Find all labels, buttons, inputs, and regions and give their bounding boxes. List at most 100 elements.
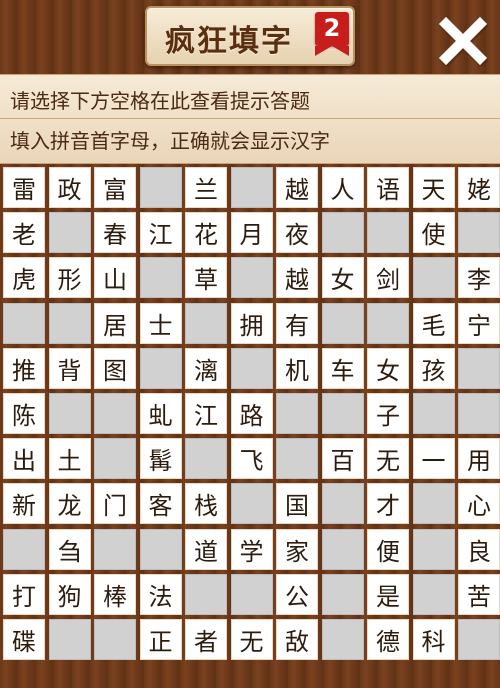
- letter-cell[interactable]: 士: [139, 302, 182, 344]
- letter-cell[interactable]: 语: [367, 167, 409, 208]
- letter-cell[interactable]: 狗: [48, 573, 91, 615]
- letter-cell[interactable]: 科: [412, 618, 455, 660]
- blank-cell: [412, 573, 455, 615]
- letter-cell[interactable]: 出: [3, 438, 45, 480]
- letter-cell[interactable]: 敌: [276, 618, 318, 660]
- letter-cell[interactable]: 政: [48, 167, 91, 208]
- blank-cell: [367, 302, 409, 344]
- crossword-grid: 雷政富兰越人语天姥老春江花月夜使虎形山草越女剑李居士拥有毛宁推背图漓机车女孩陈虬…: [3, 167, 500, 660]
- hint-line-pinyin: 填入拼音首字母，正确就会显示汉字: [10, 129, 330, 153]
- letter-cell[interactable]: 心: [458, 483, 500, 525]
- letter-cell[interactable]: 形: [48, 257, 91, 299]
- letter-cell[interactable]: 越: [276, 257, 318, 299]
- blank-cell: [94, 528, 136, 570]
- blank-cell: [48, 618, 91, 660]
- letter-cell[interactable]: 姥: [458, 167, 500, 208]
- letter-cell[interactable]: 宁: [458, 302, 500, 344]
- letter-cell[interactable]: 天: [412, 167, 455, 208]
- letter-cell[interactable]: 正: [139, 618, 182, 660]
- letter-cell[interactable]: 夜: [276, 212, 318, 254]
- letter-cell[interactable]: 毛: [412, 302, 455, 344]
- letter-cell[interactable]: 雷: [3, 167, 45, 208]
- letter-cell[interactable]: 春: [94, 212, 136, 254]
- letter-cell[interactable]: 女: [321, 257, 364, 299]
- letter-cell[interactable]: 法: [139, 573, 182, 615]
- letter-cell[interactable]: 富: [94, 167, 136, 208]
- letter-cell[interactable]: 用: [458, 438, 500, 480]
- letter-cell[interactable]: 门: [94, 483, 136, 525]
- letter-cell[interactable]: 草: [185, 257, 227, 299]
- letter-cell[interactable]: 才: [367, 483, 409, 525]
- letter-cell[interactable]: 月: [230, 212, 273, 254]
- letter-cell[interactable]: 背: [48, 347, 91, 389]
- letter-cell[interactable]: 使: [412, 212, 455, 254]
- letter-cell[interactable]: 漓: [185, 347, 227, 389]
- letter-cell[interactable]: 公: [276, 573, 318, 615]
- letter-cell[interactable]: 图: [94, 347, 136, 389]
- blank-cell: [94, 618, 136, 660]
- letter-cell[interactable]: 无: [230, 618, 273, 660]
- blank-cell: [458, 392, 500, 434]
- letter-cell[interactable]: 百: [321, 438, 364, 480]
- letter-cell[interactable]: 客: [139, 483, 182, 525]
- letter-cell[interactable]: 学: [230, 528, 273, 570]
- letter-cell[interactable]: 打: [3, 573, 45, 615]
- letter-cell[interactable]: 虎: [3, 257, 45, 299]
- blank-cell: [321, 528, 364, 570]
- letter-cell[interactable]: 家: [276, 528, 318, 570]
- letter-cell[interactable]: 土: [48, 438, 91, 480]
- letter-cell[interactable]: 碟: [3, 618, 45, 660]
- letter-cell[interactable]: 虬: [139, 392, 182, 434]
- letter-cell[interactable]: 陈: [3, 392, 45, 434]
- letter-cell[interactable]: 便: [367, 528, 409, 570]
- letter-cell[interactable]: 良: [458, 528, 500, 570]
- letter-cell[interactable]: 拥: [230, 302, 273, 344]
- letter-cell[interactable]: 德: [367, 618, 409, 660]
- letter-cell[interactable]: 路: [230, 392, 273, 434]
- letter-cell[interactable]: 国: [276, 483, 318, 525]
- letter-cell[interactable]: 者: [185, 618, 227, 660]
- letter-cell[interactable]: 机: [276, 347, 318, 389]
- letter-cell[interactable]: 江: [139, 212, 182, 254]
- letter-cell[interactable]: 有: [276, 302, 318, 344]
- letter-cell[interactable]: 女: [367, 347, 409, 389]
- blank-cell: [139, 167, 182, 208]
- letter-cell[interactable]: 一: [412, 438, 455, 480]
- letter-cell[interactable]: 老: [3, 212, 45, 254]
- letter-cell[interactable]: 越: [276, 167, 318, 208]
- letter-cell[interactable]: 栈: [185, 483, 227, 525]
- letter-cell[interactable]: 新: [3, 483, 45, 525]
- letter-cell[interactable]: 花: [185, 212, 227, 254]
- letter-cell[interactable]: 子: [367, 392, 409, 434]
- blank-cell: [458, 347, 500, 389]
- close-button[interactable]: [438, 16, 488, 66]
- letter-cell[interactable]: 李: [458, 257, 500, 299]
- letter-cell[interactable]: 无: [367, 438, 409, 480]
- letter-cell[interactable]: 山: [94, 257, 136, 299]
- letter-cell[interactable]: 剑: [367, 257, 409, 299]
- letter-cell[interactable]: 刍: [48, 528, 91, 570]
- close-x-icon: [438, 16, 488, 66]
- letter-cell[interactable]: 居: [94, 302, 136, 344]
- letter-cell[interactable]: 兰: [185, 167, 227, 208]
- letter-cell[interactable]: 道: [185, 528, 227, 570]
- blank-cell: [48, 392, 91, 434]
- blank-cell: [3, 302, 45, 344]
- letter-cell[interactable]: 龙: [48, 483, 91, 525]
- letter-cell[interactable]: 苦: [458, 573, 500, 615]
- letter-cell[interactable]: 推: [3, 347, 45, 389]
- letter-cell[interactable]: 孩: [412, 347, 455, 389]
- letter-cell[interactable]: 髯: [139, 438, 182, 480]
- letter-cell[interactable]: 车: [321, 347, 364, 389]
- blank-cell: [3, 528, 45, 570]
- letter-cell[interactable]: 是: [367, 573, 409, 615]
- letter-cell[interactable]: 飞: [230, 438, 273, 480]
- blank-cell: [230, 483, 273, 525]
- blank-cell: [139, 347, 182, 389]
- blank-cell: [185, 438, 227, 480]
- game-screen: 疯狂填字 2 请选择下方空格在此查看提示答题 填入拼音首字母，正确就会显示汉字 …: [0, 0, 500, 688]
- letter-cell[interactable]: 棒: [94, 573, 136, 615]
- blank-cell: [412, 483, 455, 525]
- letter-cell[interactable]: 江: [185, 392, 227, 434]
- letter-cell[interactable]: 人: [321, 167, 364, 208]
